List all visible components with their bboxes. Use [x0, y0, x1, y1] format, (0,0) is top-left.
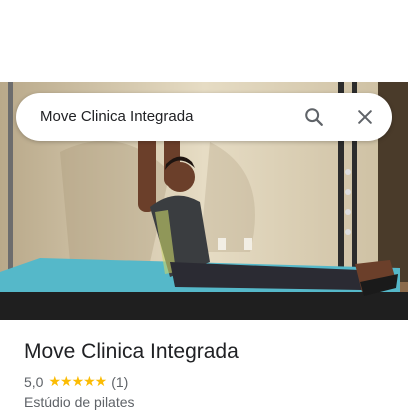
search-icon: [305, 108, 323, 126]
close-button[interactable]: [349, 101, 381, 133]
rating-value: 5,0: [24, 373, 44, 390]
search-input[interactable]: Move Clinica Integrada: [40, 93, 193, 141]
place-title: Move Clinica Integrada: [24, 340, 239, 363]
review-count[interactable]: (1): [111, 374, 128, 390]
search-bar[interactable]: Move Clinica Integrada: [16, 93, 392, 141]
search-button[interactable]: [298, 101, 330, 133]
rating-row[interactable]: 5,0 ★★★★★ (1): [24, 373, 128, 390]
close-icon: [358, 110, 372, 124]
star-rating-icon: ★★★★★: [48, 373, 107, 389]
place-info-panel: Move Clinica Integrada 5,0 ★★★★★ (1) Est…: [0, 320, 408, 410]
place-category: Estúdio de pilates: [24, 394, 135, 410]
